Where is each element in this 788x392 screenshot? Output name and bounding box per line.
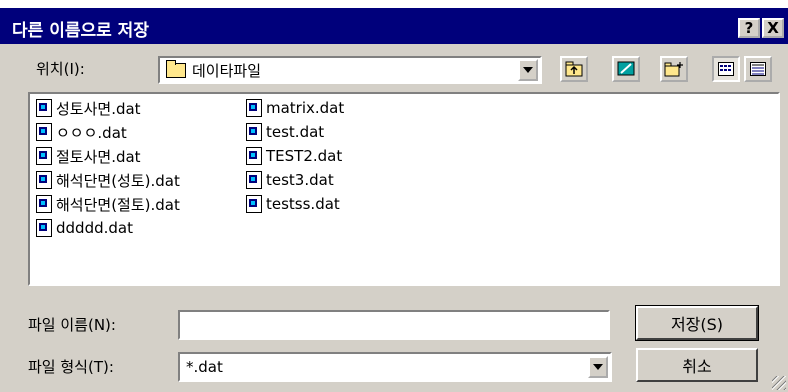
list-item[interactable]: test3.dat	[246, 168, 344, 192]
close-button[interactable]: X	[762, 18, 784, 38]
filetype-select[interactable]: *.dat	[178, 352, 612, 382]
resize-grip[interactable]	[772, 376, 786, 390]
file-icon	[36, 99, 52, 117]
cancel-button[interactable]: 취소	[636, 348, 758, 382]
filename-input[interactable]	[178, 310, 610, 340]
file-icon	[246, 123, 262, 141]
filetype-value: *.dat	[186, 358, 223, 376]
filetype-dropdown-button[interactable]	[588, 356, 608, 378]
file-column-1: 성토사면.dat ㅇㅇㅇ.dat 절토사면.dat 해석단면(성토).dat 해…	[36, 96, 180, 240]
file-icon	[36, 219, 52, 237]
file-icon	[246, 99, 262, 117]
file-icon	[36, 123, 52, 141]
list-item[interactable]: 절토사면.dat	[36, 144, 180, 168]
list-item[interactable]: test.dat	[246, 120, 344, 144]
list-item[interactable]: testss.dat	[246, 192, 344, 216]
desktop-icon	[617, 61, 635, 76]
file-icon	[246, 171, 262, 189]
filetype-label: 파일 형식(T):	[28, 358, 114, 376]
file-column-2: matrix.dat test.dat TEST2.dat test3.dat …	[246, 96, 344, 216]
list-item[interactable]: matrix.dat	[246, 96, 344, 120]
chevron-down-icon	[523, 67, 533, 73]
location-value: 데이타파일	[192, 61, 262, 80]
folder-icon	[166, 59, 186, 78]
new-folder-button[interactable]	[660, 56, 688, 82]
file-icon	[246, 147, 262, 165]
list-view-icon	[718, 62, 734, 76]
file-list[interactable]: 성토사면.dat ㅇㅇㅇ.dat 절토사면.dat 해석단면(성토).dat 해…	[28, 92, 780, 286]
list-item[interactable]: ddddd.dat	[36, 216, 180, 240]
up-folder-icon	[565, 61, 583, 77]
location-dropdown-button[interactable]	[518, 59, 538, 81]
save-button[interactable]: 저장(S)	[635, 305, 759, 341]
list-item[interactable]: 성토사면.dat	[36, 96, 180, 120]
details-view-icon	[750, 62, 766, 76]
window-title: 다른 이름으로 저장	[12, 21, 149, 41]
location-combo[interactable]: 데이타파일	[158, 56, 542, 84]
file-icon	[36, 147, 52, 165]
details-view-button[interactable]	[744, 56, 772, 82]
help-button[interactable]: ?	[738, 18, 760, 38]
list-item[interactable]: 해석단면(성토).dat	[36, 168, 180, 192]
top-strip	[0, 0, 788, 8]
file-icon	[36, 171, 52, 189]
new-folder-icon	[664, 62, 683, 77]
file-icon	[36, 195, 52, 213]
location-label: 위치(I):	[36, 60, 85, 78]
chevron-down-icon	[593, 364, 603, 370]
filename-label: 파일 이름(N):	[28, 316, 116, 334]
list-item[interactable]: ㅇㅇㅇ.dat	[36, 120, 180, 144]
up-folder-button[interactable]	[560, 56, 588, 82]
desktop-button[interactable]	[612, 56, 640, 82]
list-item[interactable]: TEST2.dat	[246, 144, 344, 168]
list-item[interactable]: 해석단면(절토).dat	[36, 192, 180, 216]
list-view-button[interactable]	[712, 56, 740, 82]
file-icon	[246, 195, 262, 213]
